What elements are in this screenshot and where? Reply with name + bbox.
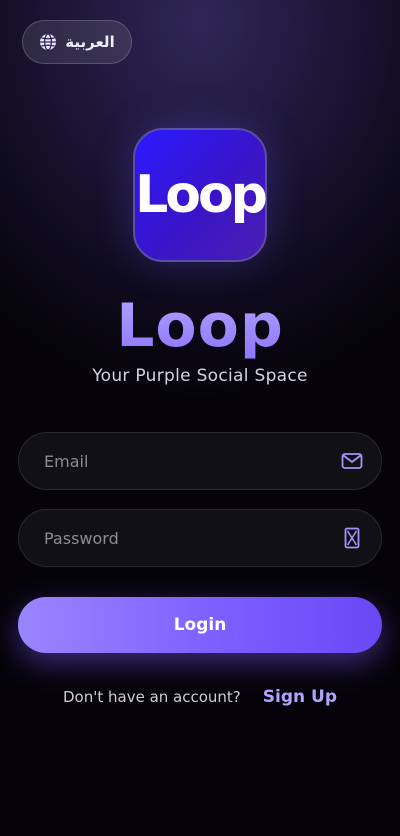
logo-text: Loop <box>135 165 268 225</box>
email-field-container[interactable] <box>18 432 382 490</box>
password-field-container[interactable] <box>18 509 382 567</box>
login-button[interactable]: Login <box>18 597 382 653</box>
signup-row: Don't have an account? Sign Up <box>0 684 400 710</box>
app-tagline: Your Purple Social Space <box>92 366 308 386</box>
signup-link[interactable]: Sign Up <box>263 687 337 707</box>
globe-icon <box>39 33 57 51</box>
app-title: Loop <box>0 288 400 364</box>
language-toggle-button[interactable]: العربية <box>22 20 132 64</box>
password-toggle-icon[interactable] <box>341 527 363 549</box>
language-toggle-label: العربية <box>65 33 115 51</box>
app-logo: Loop <box>133 128 268 262</box>
signup-prompt: Don't have an account? <box>62 688 241 706</box>
email-input[interactable] <box>42 450 341 472</box>
password-input[interactable] <box>42 527 341 549</box>
mail-icon <box>341 450 363 472</box>
